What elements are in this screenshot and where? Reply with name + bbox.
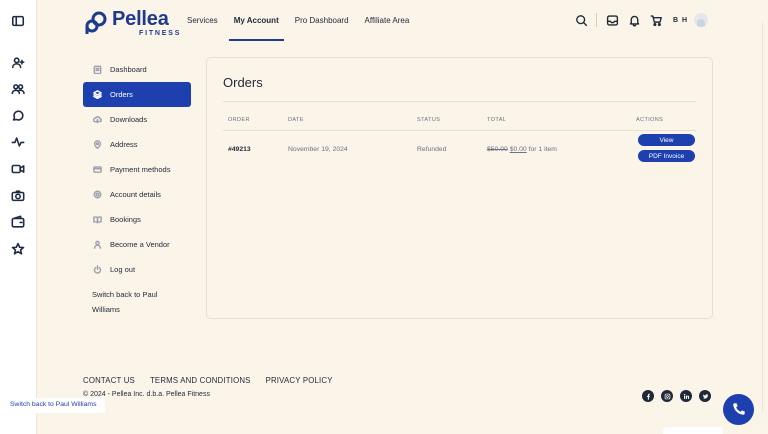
cart-icon[interactable] bbox=[649, 13, 663, 27]
scrollbar[interactable] bbox=[762, 22, 768, 412]
brand-tagline: FITNESS bbox=[139, 30, 182, 37]
nav-affiliate-area[interactable]: Affiliate Area bbox=[365, 14, 410, 41]
user-initials[interactable]: B H bbox=[673, 17, 688, 24]
footer-link-contact[interactable]: CONTACT US bbox=[83, 376, 135, 385]
credit-card-icon bbox=[92, 165, 102, 175]
search-icon[interactable] bbox=[574, 13, 588, 27]
menu-item-log-out[interactable]: Log out bbox=[83, 257, 191, 282]
menu-item-label: Orders bbox=[110, 90, 133, 99]
original-total: $50.00 bbox=[487, 146, 508, 153]
main-nav: Services My Account Pro Dashboard Affili… bbox=[187, 14, 425, 41]
switch-back-badge[interactable]: Switch back to Paul Williams bbox=[0, 398, 105, 413]
phone-icon bbox=[733, 403, 745, 415]
footer-link-terms[interactable]: TERMS AND CONDITIONS bbox=[150, 376, 251, 385]
menu-item-label: Log out bbox=[110, 265, 136, 274]
table-header: ORDER DATE STATUS TOTAL ACTIONS bbox=[207, 117, 712, 129]
menu-item-label: Address bbox=[110, 140, 138, 149]
table-row: #49213 November 19, 2024 Refunded $50.00… bbox=[207, 134, 712, 166]
instagram-icon[interactable] bbox=[661, 390, 673, 402]
menu-item-become-vendor[interactable]: Become a Vendor bbox=[83, 232, 191, 257]
column-header-order: ORDER bbox=[228, 117, 250, 123]
bell-icon[interactable] bbox=[627, 13, 641, 27]
layers-icon bbox=[92, 90, 102, 100]
title-divider bbox=[223, 101, 696, 102]
sidebar-toggle-icon[interactable] bbox=[10, 13, 26, 29]
menu-item-orders[interactable]: Orders bbox=[83, 82, 191, 107]
account-menu: Dashboard Orders Downloads Address Payme… bbox=[83, 57, 191, 317]
star-icon[interactable] bbox=[10, 241, 26, 257]
header-divider bbox=[596, 13, 597, 27]
order-number-link[interactable]: #49213 bbox=[228, 146, 251, 153]
avatar[interactable] bbox=[694, 13, 709, 27]
order-date: November 19, 2024 bbox=[288, 146, 348, 153]
nav-services[interactable]: Services bbox=[187, 14, 218, 41]
column-header-status: STATUS bbox=[417, 117, 441, 123]
copyright: © 2024 - Pellea Inc. d.b.a. Pellea Fitne… bbox=[83, 391, 210, 398]
column-header-actions: ACTIONS bbox=[636, 117, 664, 123]
nav-pro-dashboard[interactable]: Pro Dashboard bbox=[295, 14, 349, 41]
header-divider bbox=[223, 130, 696, 131]
video-icon[interactable] bbox=[10, 161, 26, 177]
left-rail bbox=[0, 0, 37, 434]
brand-name: Pellea bbox=[112, 8, 169, 30]
column-header-date: DATE bbox=[288, 117, 304, 123]
menu-item-address[interactable]: Address bbox=[83, 132, 191, 157]
footer-links: CONTACT US TERMS AND CONDITIONS PRIVACY … bbox=[83, 376, 348, 385]
orders-panel: Orders ORDER DATE STATUS TOTAL ACTIONS #… bbox=[206, 57, 713, 319]
nav-my-account[interactable]: My Account bbox=[228, 14, 284, 41]
column-header-total: TOTAL bbox=[487, 117, 507, 123]
order-status: Refunded bbox=[417, 146, 447, 153]
user-plus-icon[interactable] bbox=[10, 55, 26, 71]
menu-item-downloads[interactable]: Downloads bbox=[83, 107, 191, 132]
switch-back-link[interactable]: Switch back to Paul Williams bbox=[83, 287, 173, 317]
users-icon[interactable] bbox=[10, 81, 26, 97]
brand-logo[interactable]: Pellea FITNESS bbox=[84, 9, 181, 37]
menu-item-payment-methods[interactable]: Payment methods bbox=[83, 157, 191, 182]
camera-icon[interactable] bbox=[10, 188, 26, 204]
order-total: $50.00 $0.00 for 1 item bbox=[487, 146, 557, 153]
twitter-icon[interactable] bbox=[699, 390, 711, 402]
menu-item-dashboard[interactable]: Dashboard bbox=[83, 57, 191, 82]
total-item-count: for 1 item bbox=[528, 146, 557, 153]
map-pin-icon bbox=[92, 140, 102, 150]
chat-widget-tab[interactable] bbox=[663, 427, 723, 434]
activity-icon[interactable] bbox=[10, 134, 26, 150]
facebook-icon[interactable] bbox=[642, 390, 654, 402]
chat-icon[interactable] bbox=[10, 108, 26, 124]
view-order-button[interactable]: View bbox=[638, 134, 695, 146]
menu-item-bookings[interactable]: Bookings bbox=[83, 207, 191, 232]
linkedin-icon[interactable] bbox=[680, 390, 692, 402]
menu-item-label: Become a Vendor bbox=[110, 240, 170, 249]
menu-item-label: Dashboard bbox=[110, 65, 147, 74]
wallet-icon[interactable] bbox=[10, 214, 26, 230]
pdf-invoice-button[interactable]: PDF Invoice bbox=[638, 150, 695, 162]
menu-item-label: Bookings bbox=[110, 215, 141, 224]
page-title: Orders bbox=[223, 75, 263, 90]
footer-link-privacy[interactable]: PRIVACY POLICY bbox=[266, 376, 333, 385]
power-icon bbox=[92, 265, 102, 275]
cloud-download-icon bbox=[92, 115, 102, 125]
clipboard-icon bbox=[92, 65, 102, 75]
call-button[interactable] bbox=[723, 394, 754, 425]
settings-icon bbox=[92, 190, 102, 200]
menu-item-label: Account details bbox=[110, 190, 161, 199]
menu-item-account-details[interactable]: Account details bbox=[83, 182, 191, 207]
refunded-total: $0.00 bbox=[509, 146, 527, 153]
social-links bbox=[642, 390, 718, 402]
menu-item-label: Downloads bbox=[110, 115, 148, 124]
menu-item-label: Payment methods bbox=[110, 165, 171, 174]
inbox-icon[interactable] bbox=[605, 13, 619, 27]
book-icon bbox=[92, 215, 102, 225]
logo-mark-icon bbox=[85, 11, 107, 34]
header-actions: B H bbox=[574, 13, 709, 27]
user-icon bbox=[92, 240, 102, 250]
